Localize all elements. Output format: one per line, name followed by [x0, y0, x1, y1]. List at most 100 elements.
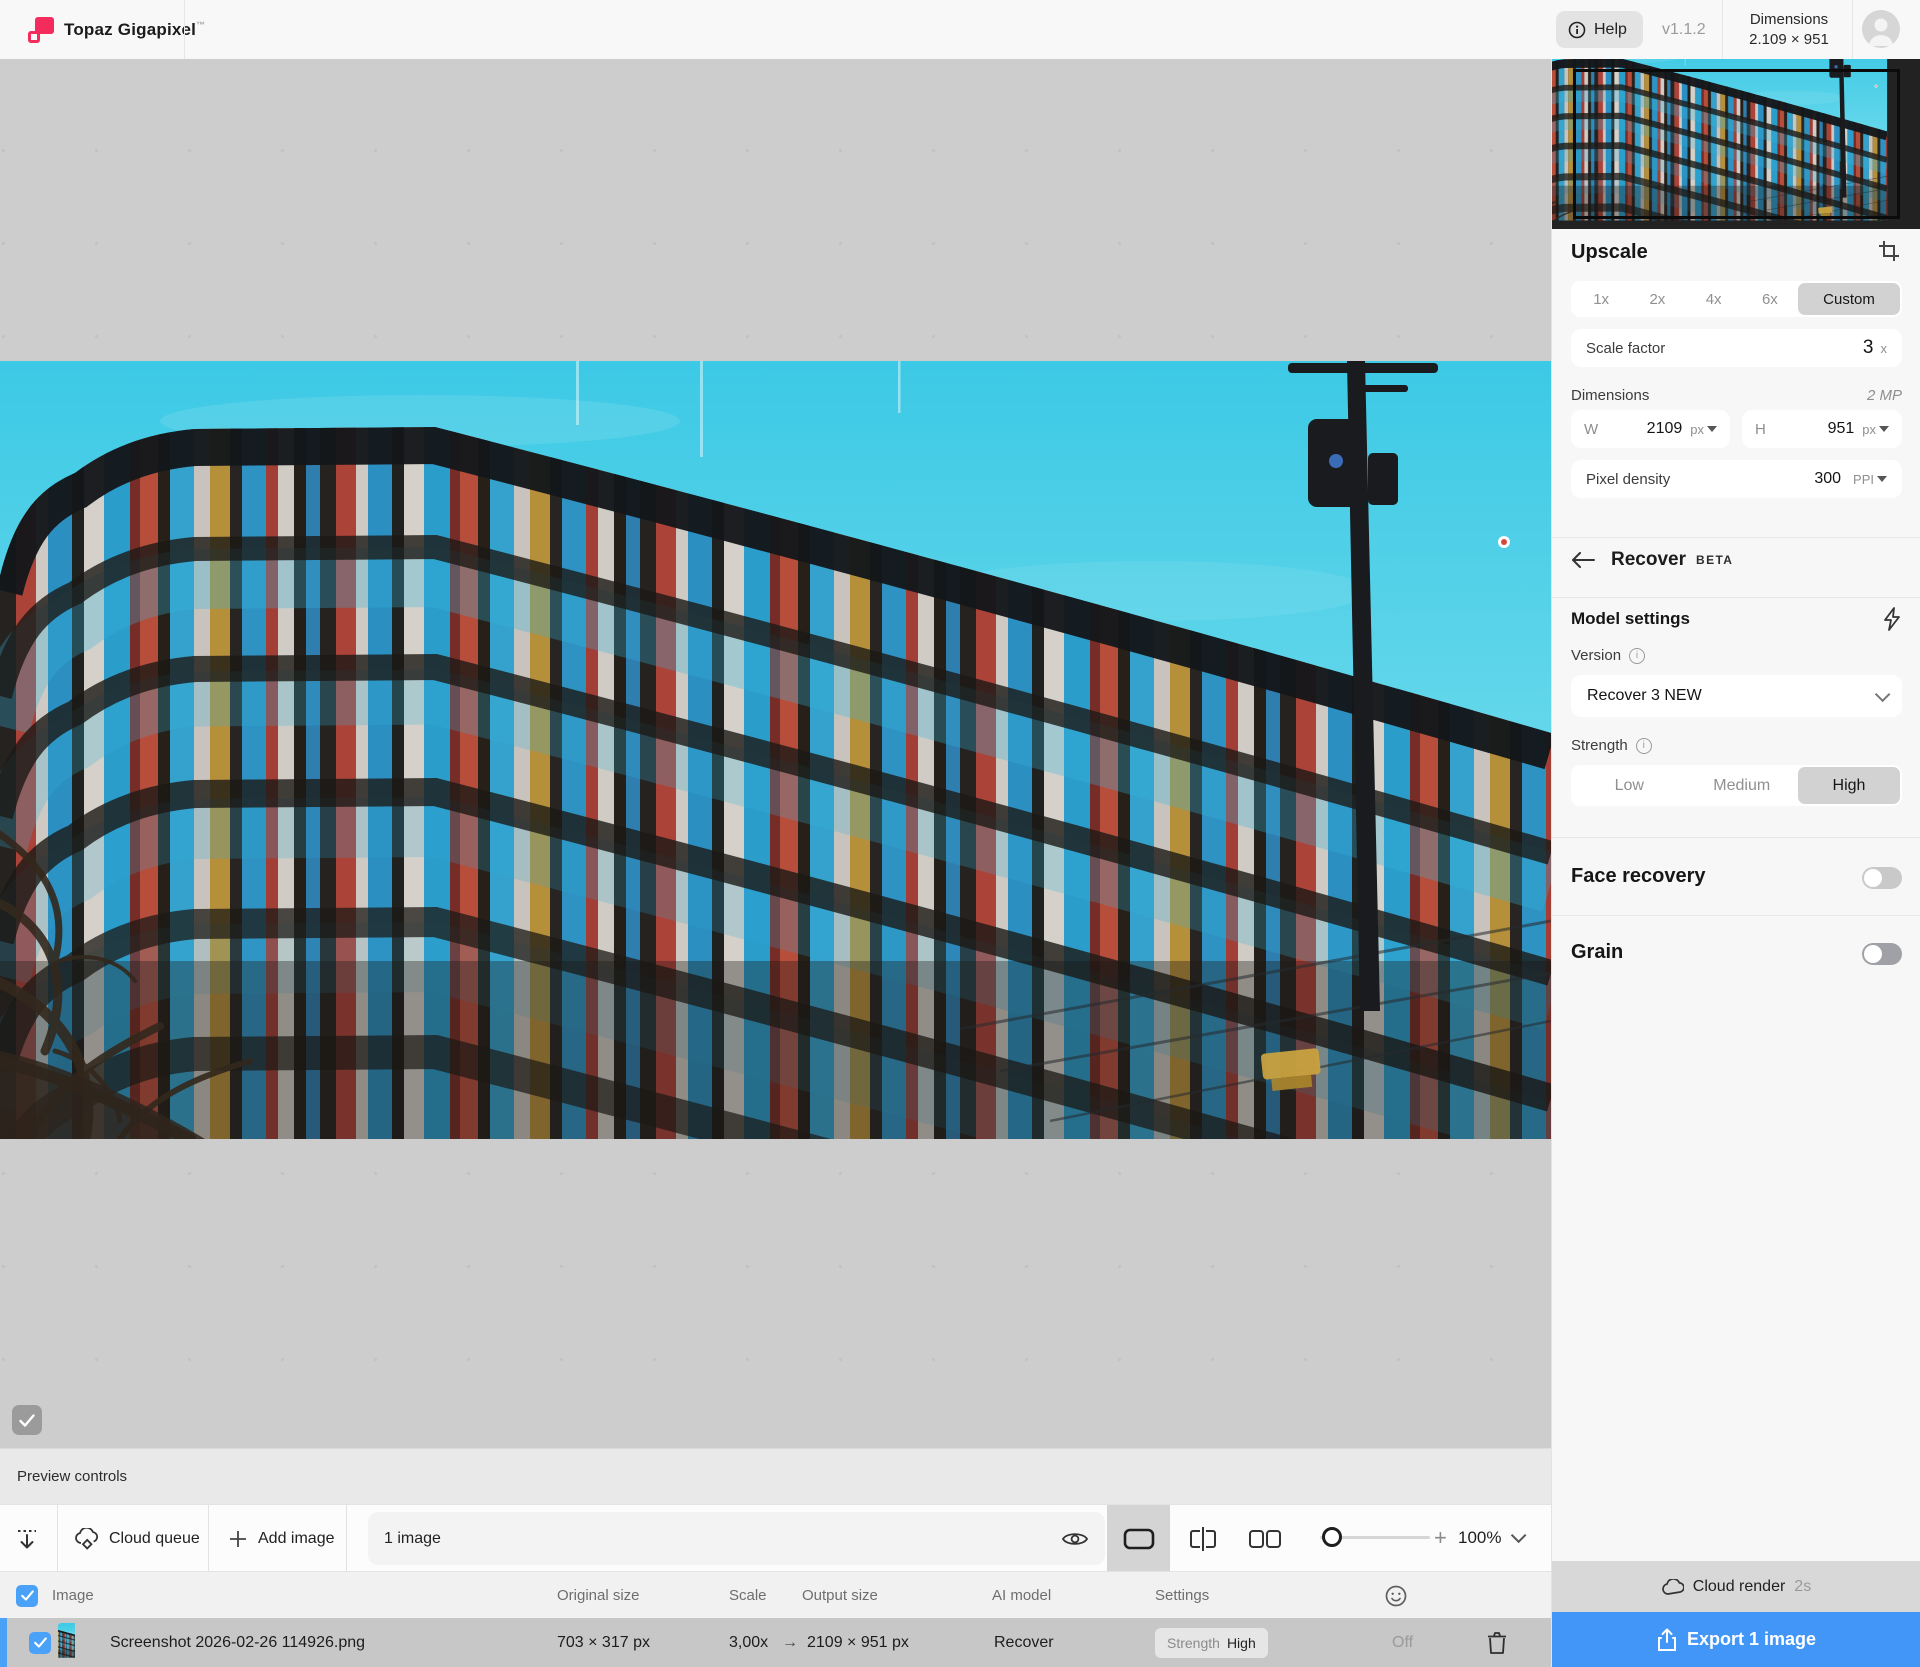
brand: Topaz Gigapixel™ [28, 0, 205, 59]
cloud-render-status[interactable]: Cloud render 2s [1552, 1561, 1920, 1612]
help-label: Help [1594, 21, 1627, 39]
pixel-density-field[interactable]: Pixel density 300 PPI [1571, 460, 1902, 498]
upscale-option-4x[interactable]: 4x [1686, 291, 1742, 308]
recover-title: Recover [1611, 549, 1686, 571]
image-thumbnail[interactable] [1552, 59, 1920, 229]
height-value[interactable]: 951 [1828, 420, 1855, 438]
smiley-icon [1384, 1572, 1408, 1619]
pixel-density-value[interactable]: 300 [1814, 470, 1841, 488]
zoom-level-dropdown[interactable]: 100% [1458, 1504, 1522, 1571]
side-by-side-icon [1248, 1528, 1282, 1550]
recover-header: Recover BETA [1571, 549, 1733, 571]
select-all-checkbox[interactable] [16, 1572, 38, 1619]
crop-region-indicator[interactable] [1573, 69, 1900, 219]
topbar-divider [1722, 0, 1723, 59]
image-count: 1 image [384, 1530, 441, 1548]
checkmark-icon [19, 1414, 35, 1427]
zoom-in-button[interactable]: + [1434, 1504, 1447, 1571]
upscale-option-2x[interactable]: 2x [1629, 291, 1685, 308]
dock-panel-button[interactable] [14, 1505, 40, 1572]
view-mode-single-button[interactable] [1107, 1505, 1170, 1572]
lightning-bolt-icon[interactable] [1882, 607, 1902, 631]
height-label: H [1755, 421, 1766, 438]
scale-factor-unit: x [1881, 341, 1888, 356]
header-settings[interactable]: Settings [1155, 1572, 1209, 1619]
beta-badge: BETA [1696, 553, 1733, 567]
strength-option-high[interactable]: High [1798, 767, 1900, 804]
row-face-recovery-state: Off [1392, 1618, 1413, 1667]
strength-segmented: Low Medium High [1571, 765, 1902, 806]
width-unit-dropdown[interactable]: px [1690, 422, 1717, 437]
row-original-size: 703 × 317 px [557, 1618, 650, 1667]
topaz-logo-icon [28, 17, 54, 43]
single-view-icon [1123, 1528, 1155, 1550]
caret-down-icon [1877, 476, 1887, 482]
scale-factor-value[interactable]: 3 [1863, 337, 1874, 359]
add-image-button[interactable]: Add image [228, 1505, 335, 1572]
user-avatar[interactable] [1862, 10, 1900, 48]
row-filename: Screenshot 2026-02-26 114926.png [110, 1618, 365, 1667]
dimensions-row: Dimensions 2 MP [1571, 387, 1902, 404]
model-version-dropdown[interactable]: Recover 3 NEW [1571, 675, 1902, 717]
width-field[interactable]: W 2109 px [1571, 410, 1730, 448]
preview-image[interactable] [0, 361, 1551, 1139]
cloud-render-label: Cloud render [1693, 1578, 1786, 1596]
strength-option-low[interactable]: Low [1573, 777, 1686, 795]
header-scale[interactable]: Scale [729, 1572, 767, 1619]
width-value[interactable]: 2109 [1647, 420, 1683, 438]
header-ai-model[interactable]: AI model [992, 1572, 1051, 1619]
header-output-size[interactable]: Output size [802, 1572, 878, 1619]
grain-toggle[interactable] [1862, 943, 1902, 965]
pixel-density-unit-dropdown[interactable]: PPI [1853, 472, 1887, 487]
toolbar-divider [208, 1505, 209, 1572]
height-field[interactable]: H 951 px [1742, 410, 1902, 448]
megapixels-value: 2 MP [1867, 387, 1902, 404]
row-settings[interactable]: Strength High [1155, 1618, 1268, 1667]
bottom-toolbar: Cloud queue Add image 1 image [0, 1504, 1551, 1571]
eye-icon[interactable] [1061, 1529, 1089, 1549]
zoom-slider-knob[interactable] [1322, 1527, 1342, 1547]
scale-arrow: → [782, 1618, 798, 1667]
header-image[interactable]: Image [52, 1572, 94, 1619]
row-checkbox[interactable] [29, 1618, 51, 1667]
header-original-size[interactable]: Original size [557, 1572, 640, 1619]
help-button[interactable]: Help [1556, 11, 1643, 48]
cloud-queue-label: Cloud queue [109, 1530, 200, 1548]
height-unit-dropdown[interactable]: px [1862, 422, 1889, 437]
settings-sidebar: Upscale 1x 2x 4x 6x Custom Scale factor … [1551, 59, 1920, 1667]
model-settings-row: Model settings [1571, 607, 1902, 631]
version-row: Version i [1571, 647, 1645, 664]
split-view-icon [1188, 1526, 1218, 1552]
row-ai-model[interactable]: Recover [994, 1618, 1054, 1667]
strength-option-medium[interactable]: Medium [1686, 777, 1799, 795]
view-mode-split-button[interactable] [1188, 1505, 1218, 1572]
crop-icon[interactable] [1877, 239, 1901, 263]
export-button[interactable]: Export 1 image [1552, 1612, 1920, 1667]
chevron-down-icon [1875, 686, 1891, 702]
delete-row-button[interactable] [1486, 1618, 1508, 1667]
upscale-option-1x[interactable]: 1x [1573, 291, 1629, 308]
cloud-queue-button[interactable]: Cloud queue [75, 1505, 200, 1572]
queue-table-row[interactable]: Screenshot 2026-02-26 114926.png 703 × 3… [0, 1618, 1551, 1667]
preview-canvas[interactable] [0, 59, 1551, 1448]
top-bar: Topaz Gigapixel™ Help v1.1.2 Dimensions … [0, 0, 1920, 59]
upscale-option-custom[interactable]: Custom [1798, 283, 1900, 315]
caret-down-icon [1707, 426, 1717, 432]
version-info-icon[interactable]: i [1629, 648, 1645, 664]
scale-factor-field[interactable]: Scale factor 3 x [1571, 329, 1902, 367]
filmstrip-area[interactable]: 1 image [368, 1512, 1105, 1565]
row-selected-accent [0, 1618, 7, 1667]
face-recovery-toggle[interactable] [1862, 867, 1902, 889]
view-mode-side-by-side-button[interactable] [1248, 1505, 1282, 1572]
preview-select-checkbox[interactable] [12, 1405, 42, 1435]
row-thumbnail [58, 1623, 98, 1663]
back-arrow-icon[interactable] [1571, 552, 1595, 568]
caret-down-icon [1879, 426, 1889, 432]
add-image-label: Add image [258, 1530, 335, 1548]
upscale-option-6x[interactable]: 6x [1742, 291, 1798, 308]
export-icon [1657, 1628, 1677, 1652]
strength-info-icon[interactable]: i [1636, 738, 1652, 754]
dimensions-value: 2.109 × 951 [1749, 31, 1829, 48]
row-scale[interactable]: 3,00x [729, 1618, 768, 1667]
strength-label: Strength [1571, 737, 1628, 754]
